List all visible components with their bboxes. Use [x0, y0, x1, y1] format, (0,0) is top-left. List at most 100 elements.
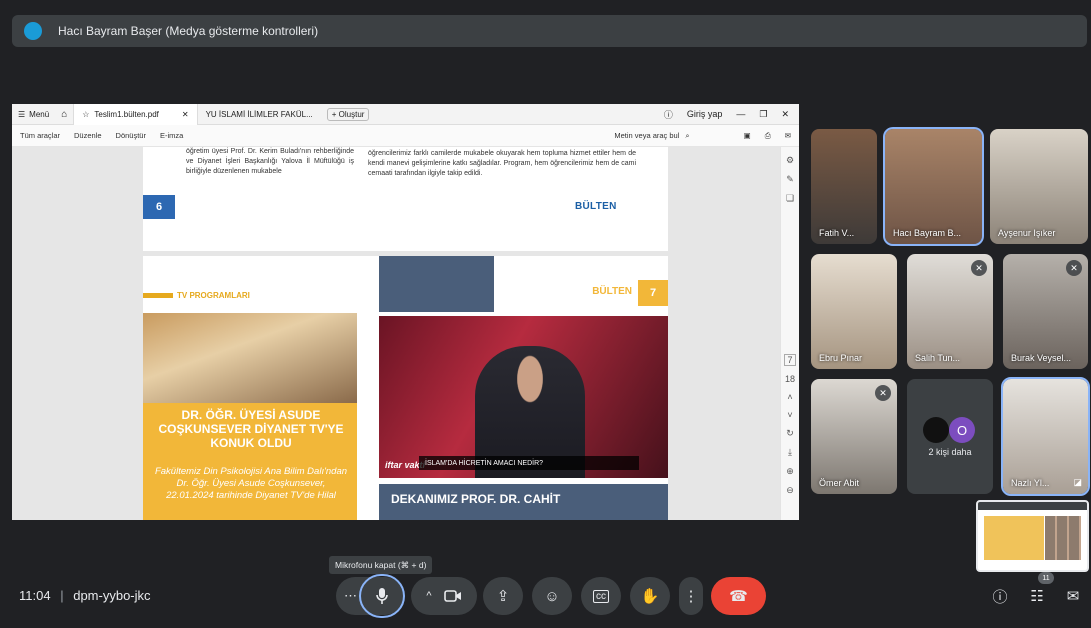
tab-teslim-pdf[interactable]: ☆ Teslim1.bülten.pdf ✕: [73, 104, 198, 125]
download-icon[interactable]: ⤓: [788, 447, 792, 458]
guest-body: Fakültemiz Din Psikolojisi Ana Bilim Dal…: [154, 466, 348, 501]
camera-group: ^: [411, 577, 477, 615]
tab-islami-ilimler[interactable]: YU İSLAMİ İLİMLER FAKÜL...: [198, 104, 321, 125]
avatar: [923, 417, 949, 443]
more-options-button[interactable]: ⋮: [679, 577, 703, 615]
comment-icon[interactable]: ✎: [786, 174, 794, 185]
separator: |: [60, 588, 64, 603]
chat-icon[interactable]: ✉: [1062, 585, 1084, 607]
participant-tile[interactable]: Ayşenur Işıker: [990, 129, 1088, 244]
star-icon[interactable]: ☆: [82, 110, 89, 119]
sign-in-button[interactable]: Giriş yap: [687, 109, 723, 119]
chevron-up-icon[interactable]: ^: [426, 590, 431, 602]
navy-block: [379, 256, 494, 312]
participant-tile[interactable]: Ebru Pınar: [811, 254, 897, 369]
home-icon[interactable]: ⌂: [55, 109, 73, 120]
mic-button[interactable]: [359, 574, 405, 618]
shared-screen: ☰ Menü ⌂ ☆ Teslim1.bülten.pdf ✕ YU İSLAM…: [12, 104, 799, 520]
info-icon[interactable]: ⓘ: [989, 585, 1011, 607]
print-icon[interactable]: ⎙: [765, 131, 771, 141]
self-view-doc: [984, 516, 1044, 560]
meeting-info: 11:04 | dpm-yybo-jkc: [19, 588, 151, 603]
participant-name: Ömer Abit: [819, 478, 860, 488]
pdf-document[interactable]: öğretim üyesi Prof. Dr. Kerim Buladı'nın…: [12, 147, 780, 520]
mic-tooltip: Mikrofonu kapat (⌘ + d): [329, 556, 433, 574]
participant-tile[interactable]: Hacı Bayram B...: [883, 127, 984, 246]
help-icon[interactable]: ⓘ: [664, 108, 673, 121]
tool-search[interactable]: Metin veya araç bul ⌕: [614, 131, 729, 141]
tool-e-sign[interactable]: E-imza: [160, 131, 183, 140]
people-icon[interactable]: ☷: [1026, 585, 1048, 607]
participant-tile[interactable]: ✕ Burak Veysel...: [1003, 254, 1088, 369]
menu-button[interactable]: ☰ Menü: [12, 110, 55, 119]
save-icon[interactable]: ▣: [744, 131, 751, 141]
reactions-button[interactable]: ☺: [532, 577, 572, 615]
page7-right-column: BÜLTEN 7 iftar vakti İSLAM'DA HİCRETİN A…: [379, 256, 668, 520]
more-participants-tile[interactable]: O 2 kişi daha: [907, 379, 993, 494]
page7-number: 7: [638, 280, 668, 306]
tool-convert[interactable]: Dönüştür: [116, 131, 146, 140]
tab-label: YU İSLAMİ İLİMLER FAKÜL...: [205, 109, 313, 119]
tab-label: Teslim1.bülten.pdf: [94, 109, 159, 119]
presenter-banner[interactable]: Hacı Bayram Başer (Medya gösterme kontro…: [12, 15, 1087, 47]
mail-icon[interactable]: ✉: [785, 131, 791, 141]
pdf-right-rail: ⚙ ✎ ❏ 7 18 ˄ ˅ ↻ ⤓ ⊕ ⊖: [780, 147, 799, 520]
pdf-page-6: öğretim üyesi Prof. Dr. Kerim Buladı'nın…: [143, 147, 668, 251]
meeting-code: dpm-yybo-jkc: [73, 588, 151, 603]
settings-icon[interactable]: ⚙: [786, 155, 794, 166]
maximize-icon[interactable]: ❐: [759, 109, 767, 120]
mic-options-icon[interactable]: ⋯: [344, 588, 357, 604]
present-button[interactable]: ⇪: [483, 577, 523, 615]
more-vert-icon: ⋮: [683, 588, 699, 605]
present-screen-icon: ⇪: [496, 588, 510, 605]
tool-all-tools[interactable]: Tüm araçlar: [20, 131, 60, 140]
mic-group: ⋯: [336, 574, 405, 618]
pdf-toolbar: Tüm araçlar Düzenle Dönüştür E-imza Meti…: [12, 125, 799, 147]
section-title: TV PROGRAMLARI: [177, 291, 250, 300]
section-bar: [143, 293, 173, 298]
participant-tile[interactable]: Fatih V...: [811, 129, 877, 244]
presenter-avatar: [24, 22, 42, 40]
guest-headline: DR. ÖĞR. ÜYESİ ASUDE COŞKUNSEVER DİYANET…: [158, 408, 344, 450]
end-call-button[interactable]: ☎: [711, 577, 766, 615]
zoom-out-icon[interactable]: ⊖: [786, 485, 794, 496]
more-participants-label: 2 kişi daha: [928, 447, 972, 457]
minimize-icon[interactable]: —: [736, 109, 745, 119]
participant-tile[interactable]: ✕ Ömer Abit: [811, 379, 897, 494]
chevron-down-icon[interactable]: ˅: [787, 410, 792, 420]
guest-photo: [143, 313, 357, 403]
copy-icon[interactable]: ❏: [786, 193, 794, 204]
tv-guest-card: DR. ÖĞR. ÜYESİ ASUDE COŞKUNSEVER DİYANET…: [143, 313, 357, 520]
camera-icon[interactable]: [443, 590, 462, 602]
tv-programs-title: TV PROGRAMLARI: [143, 291, 250, 300]
participant-name: Ebru Pınar: [819, 353, 863, 363]
people-count-badge: 11: [1038, 572, 1054, 584]
page6-right-text: öğrencilerimiz farklı camilerde mukabele…: [368, 150, 636, 177]
new-tab-button[interactable]: + Oluştur: [326, 107, 370, 121]
participant-tile[interactable]: Nazlı Yl... ◪: [1001, 377, 1090, 496]
page-total: 18: [784, 374, 795, 384]
self-view-bar: [978, 502, 1087, 510]
pin-icon[interactable]: ◪: [1073, 477, 1082, 488]
video-caption: İSLAM'DA HİCRETİN AMACI NEDİR?: [419, 456, 639, 470]
close-tab-icon[interactable]: ✕: [182, 110, 189, 119]
self-view-tiles: [1045, 516, 1081, 560]
refresh-icon[interactable]: ↻: [786, 428, 794, 439]
zoom-in-icon[interactable]: ⊕: [786, 466, 794, 477]
microphone-icon: [376, 588, 388, 604]
captions-button[interactable]: cc: [581, 577, 621, 615]
self-view[interactable]: [976, 500, 1089, 572]
participant-name: Hacı Bayram B...: [893, 228, 962, 238]
participant-tile[interactable]: ✕ Salih Tun...: [907, 254, 993, 369]
search-icon: ⌕: [685, 130, 690, 140]
phone-hangup-icon: ☎: [729, 588, 748, 605]
raise-hand-button[interactable]: ✋: [630, 577, 670, 615]
menu-label: Menü: [29, 109, 50, 119]
page6-left-text: öğretim üyesi Prof. Dr. Kerim Buladı'nın…: [186, 148, 354, 175]
chevron-up-icon[interactable]: ˄: [787, 392, 792, 402]
hand-icon: ✋: [640, 588, 660, 605]
close-window-icon[interactable]: ✕: [781, 109, 789, 120]
presenter-banner-text: Hacı Bayram Başer (Medya gösterme kontro…: [58, 24, 319, 38]
page-current[interactable]: 7: [784, 354, 796, 366]
tool-edit[interactable]: Düzenle: [74, 131, 102, 140]
